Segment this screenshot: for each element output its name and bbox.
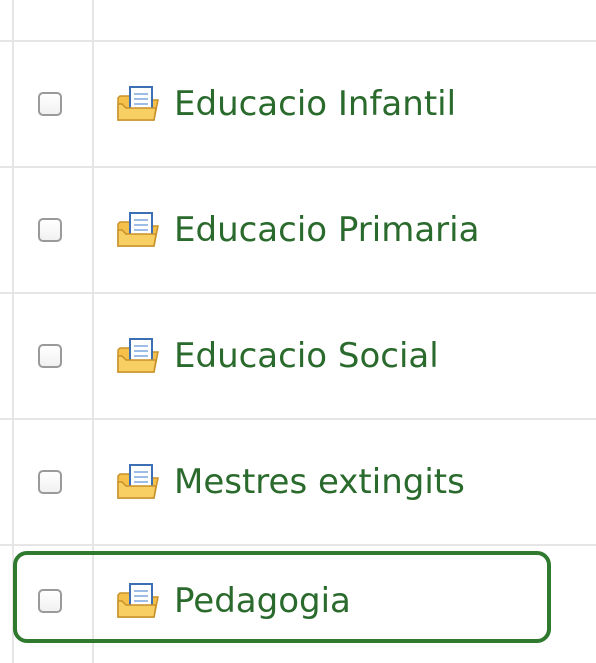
folder-link[interactable]: Educacio Infantil — [174, 82, 456, 126]
table-row: Educacio Social — [0, 294, 596, 420]
row-checkbox[interactable] — [38, 344, 62, 368]
folder-link[interactable]: Pedagogia — [174, 579, 351, 623]
row-checkbox[interactable] — [38, 589, 62, 613]
table-row: Pedagogia — [0, 546, 596, 663]
folder-document-icon — [117, 338, 159, 373]
folder-link[interactable]: Educacio Social — [174, 334, 439, 378]
file-table: Educacio Infantil Educacio Primaria Educ… — [0, 0, 596, 663]
folder-document-icon — [117, 86, 159, 121]
folder-link[interactable]: Mestres extingits — [174, 460, 465, 504]
table-row: Mestres extingits — [0, 420, 596, 546]
folder-document-icon — [117, 583, 159, 618]
table-row: Educacio Primaria — [0, 168, 596, 294]
row-checkbox[interactable] — [38, 92, 62, 116]
table-header-row — [0, 0, 596, 42]
folder-document-icon — [117, 464, 159, 499]
row-checkbox[interactable] — [38, 218, 62, 242]
folder-document-icon — [117, 212, 159, 247]
table-row: Educacio Infantil — [0, 42, 596, 168]
folder-link[interactable]: Educacio Primaria — [174, 208, 479, 252]
row-checkbox[interactable] — [38, 470, 62, 494]
